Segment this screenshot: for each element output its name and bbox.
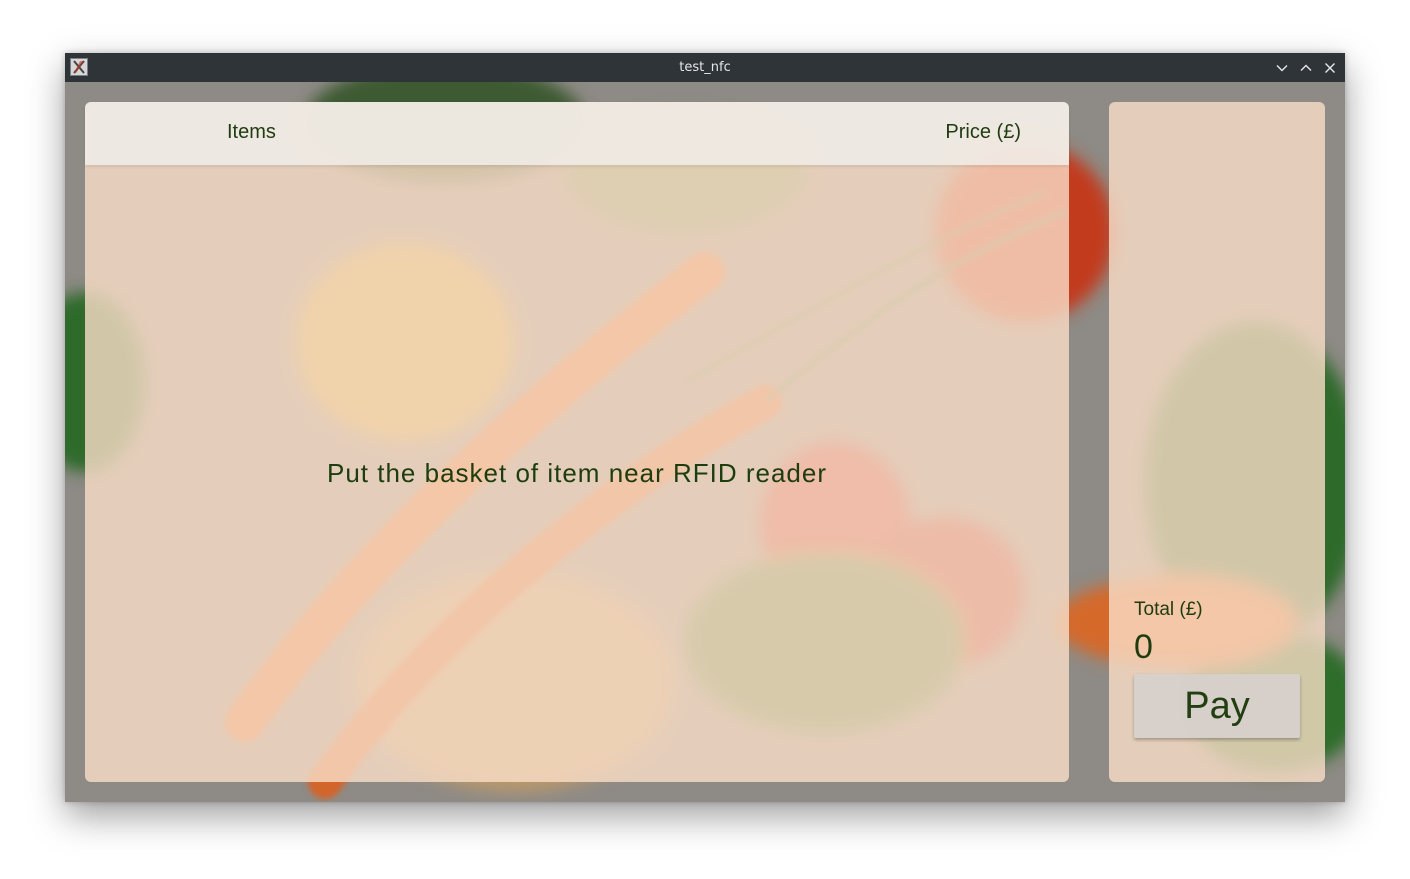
pay-button[interactable]: Pay (1134, 674, 1300, 738)
total-value: 0 (1134, 628, 1153, 666)
window-title: test_nfc (679, 60, 731, 75)
minimize-button[interactable] (1273, 59, 1291, 77)
items-table-header: Items Price (£) (85, 102, 1069, 165)
title-bar[interactable]: test_nfc (65, 53, 1345, 82)
items-panel: Items Price (£) Put the basket of item n… (85, 102, 1069, 782)
total-label: Total (£) (1134, 599, 1203, 620)
rfid-instruction-message: Put the basket of item near RFID reader (327, 458, 827, 488)
items-column-header[interactable]: Items (227, 121, 276, 144)
close-icon (1325, 63, 1335, 73)
app-window: test_nfc Items Price (£) Put the basket … (65, 53, 1345, 802)
main-content: Items Price (£) Put the basket of item n… (65, 82, 1345, 802)
maximize-button[interactable] (1297, 59, 1315, 77)
price-column-header[interactable]: Price (£) (945, 121, 1021, 144)
close-button[interactable] (1321, 59, 1339, 77)
chevron-up-icon (1300, 64, 1312, 71)
chevron-down-icon (1276, 65, 1288, 72)
checkout-panel: Total (£) 0 Pay (1109, 102, 1325, 782)
